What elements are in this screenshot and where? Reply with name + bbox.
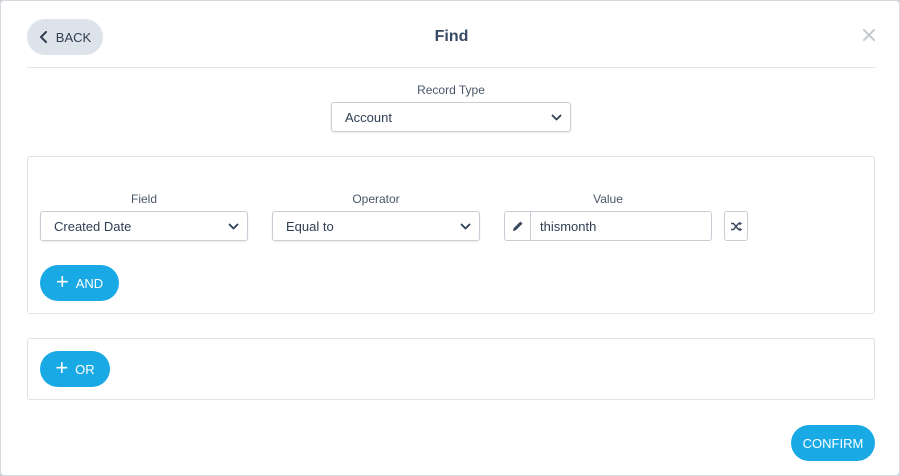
operator-label: Operator bbox=[352, 192, 400, 206]
value-input[interactable]: thismonth bbox=[504, 211, 712, 241]
find-dialog: BACK Find Record Type Account Field Crea… bbox=[0, 0, 900, 476]
and-label: AND bbox=[75, 275, 104, 291]
field-select[interactable]: Created Date bbox=[40, 211, 248, 241]
shuffle-button[interactable] bbox=[724, 211, 748, 241]
dialog-title: Find bbox=[434, 28, 469, 45]
value-label: Value bbox=[593, 192, 623, 206]
operator-select[interactable]: Equal to bbox=[272, 211, 480, 241]
operator-value: Equal to bbox=[286, 218, 334, 234]
plus-icon: + bbox=[55, 269, 69, 294]
field-label: Field bbox=[130, 192, 157, 206]
add-or-button[interactable]: + OR bbox=[40, 351, 110, 387]
dialog-header: BACK Find bbox=[27, 1, 876, 68]
or-filter-group bbox=[27, 338, 875, 400]
value-text: thismonth bbox=[540, 218, 597, 234]
chevron-down-icon bbox=[551, 114, 562, 121]
shuffle-icon bbox=[730, 221, 742, 231]
record-type-value: Account bbox=[345, 109, 392, 125]
close-button[interactable] bbox=[861, 27, 877, 43]
record-type-label: Record Type bbox=[417, 83, 485, 97]
record-type-select[interactable]: Account bbox=[331, 102, 571, 132]
chevron-down-icon bbox=[460, 223, 471, 230]
confirm-button[interactable]: CONFIRM bbox=[791, 425, 875, 461]
close-icon bbox=[863, 29, 875, 41]
add-and-button[interactable]: + AND bbox=[40, 265, 119, 301]
edit-value-button[interactable] bbox=[505, 212, 531, 240]
pencil-icon bbox=[512, 221, 522, 231]
or-label: OR bbox=[75, 361, 95, 377]
confirm-label: CONFIRM bbox=[802, 435, 864, 451]
field-value: Created Date bbox=[54, 218, 132, 234]
plus-icon: + bbox=[55, 355, 69, 380]
chevron-down-icon bbox=[228, 223, 239, 230]
